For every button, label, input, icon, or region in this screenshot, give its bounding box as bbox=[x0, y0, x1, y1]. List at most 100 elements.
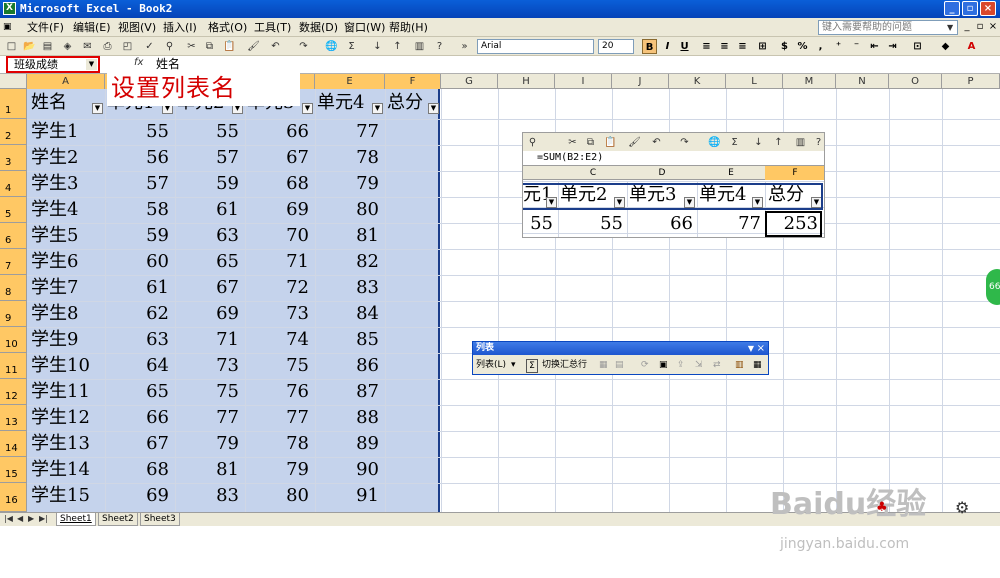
row-header[interactable]: 1 bbox=[0, 89, 27, 119]
score-cell[interactable]: 63 bbox=[177, 223, 239, 249]
close-icon[interactable]: × bbox=[757, 342, 765, 355]
header-cell-total[interactable]: 总分 bbox=[387, 90, 423, 116]
print-list-icon[interactable]: ▤ bbox=[615, 358, 624, 372]
col-header-o[interactable]: O bbox=[889, 74, 942, 89]
format-painter-icon[interactable]: 🖌 bbox=[246, 39, 261, 54]
col-header-h[interactable]: H bbox=[498, 74, 555, 89]
email-icon[interactable]: ✉ bbox=[80, 39, 95, 54]
score-cell[interactable]: 79 bbox=[177, 431, 239, 457]
row-header[interactable]: 9 bbox=[0, 301, 27, 327]
undo-icon[interactable]: ↶ bbox=[649, 135, 664, 150]
score-cell[interactable]: 86 bbox=[317, 353, 379, 379]
paste-icon[interactable]: 📋 bbox=[603, 135, 618, 150]
student-name-cell[interactable]: 学生7 bbox=[31, 275, 103, 301]
sigma-icon[interactable]: Σ bbox=[526, 359, 538, 373]
print-icon[interactable]: ⎙ bbox=[100, 39, 115, 54]
score-cell[interactable]: 67 bbox=[107, 431, 169, 457]
score-cell[interactable]: 78 bbox=[247, 431, 309, 457]
score-cell[interactable]: 66 bbox=[107, 405, 169, 431]
score-cell[interactable]: 89 bbox=[317, 431, 379, 457]
score-cell[interactable]: 79 bbox=[317, 171, 379, 197]
print-preview-icon[interactable]: ◰ bbox=[120, 39, 135, 54]
menu-help[interactable]: 帮助(H) bbox=[389, 20, 428, 35]
sort-asc-icon[interactable]: ↓ bbox=[751, 135, 766, 150]
first-sheet-icon[interactable]: |◀ bbox=[4, 513, 13, 525]
sheet-tab-3[interactable]: Sheet3 bbox=[140, 513, 180, 526]
prev-sheet-icon[interactable]: ◀ bbox=[17, 513, 23, 525]
score-cell[interactable]: 68 bbox=[107, 457, 169, 483]
resize-list-icon[interactable]: ▦ bbox=[599, 358, 608, 372]
redo-icon[interactable]: ↷ bbox=[296, 39, 311, 54]
student-name-cell[interactable]: 学生2 bbox=[31, 145, 103, 171]
score-cell[interactable]: 73 bbox=[247, 301, 309, 327]
cut-icon[interactable]: ✂ bbox=[565, 135, 580, 150]
student-name-cell[interactable]: 学生10 bbox=[31, 353, 103, 379]
sort-asc-icon[interactable]: ↓ bbox=[370, 39, 385, 54]
score-cell[interactable]: 59 bbox=[107, 223, 169, 249]
fx-icon[interactable]: fx bbox=[134, 57, 143, 68]
menu-format[interactable]: 格式(O) bbox=[208, 20, 247, 35]
edit-list-icon[interactable]: ▣ bbox=[659, 358, 668, 372]
row-header[interactable]: 5 bbox=[0, 197, 27, 223]
score-cell[interactable]: 84 bbox=[317, 301, 379, 327]
copy-icon[interactable]: ⧉ bbox=[583, 135, 598, 150]
copy-icon[interactable]: ⧉ bbox=[202, 39, 217, 54]
student-name-cell[interactable]: 学生3 bbox=[31, 171, 103, 197]
toolbar-options-icon[interactable]: » bbox=[457, 39, 472, 54]
row-header[interactable]: 2 bbox=[0, 119, 27, 145]
maximize-button[interactable]: ▫ bbox=[962, 1, 978, 16]
score-cell[interactable]: 83 bbox=[177, 483, 239, 509]
flag-icon[interactable]: ♣ bbox=[876, 500, 888, 515]
menu-edit[interactable]: 编辑(E) bbox=[73, 20, 111, 35]
col-header-l[interactable]: L bbox=[726, 74, 783, 89]
autofilter-dropdown-icon[interactable]: ▼ bbox=[428, 103, 439, 114]
score-cell[interactable]: 73 bbox=[177, 353, 239, 379]
chart-wizard-icon[interactable]: ▥ bbox=[412, 39, 427, 54]
score-cell[interactable]: 77 bbox=[317, 119, 379, 145]
help-icon[interactable]: ? bbox=[432, 39, 447, 54]
score-cell[interactable]: 83 bbox=[317, 275, 379, 301]
open-icon[interactable]: 📂 bbox=[22, 39, 37, 54]
student-name-cell[interactable]: 学生5 bbox=[31, 223, 103, 249]
score-cell[interactable]: 62 bbox=[107, 301, 169, 327]
score-cell[interactable]: 71 bbox=[247, 249, 309, 275]
score-cell[interactable]: 58 bbox=[107, 197, 169, 223]
sync-list-icon[interactable]: ⟳ bbox=[641, 358, 649, 372]
score-cell[interactable]: 77 bbox=[177, 405, 239, 431]
score-cell[interactable]: 57 bbox=[107, 171, 169, 197]
row-header[interactable]: 4 bbox=[0, 171, 27, 197]
col-header-m[interactable]: M bbox=[783, 74, 836, 89]
new-icon[interactable]: □ bbox=[4, 39, 19, 54]
row-header[interactable]: 7 bbox=[0, 249, 27, 275]
score-cell[interactable]: 72 bbox=[247, 275, 309, 301]
align-right-icon[interactable]: ≡ bbox=[735, 39, 750, 54]
formula-input[interactable]: 姓名 bbox=[156, 57, 180, 71]
score-cell[interactable]: 81 bbox=[177, 457, 239, 483]
score-cell[interactable]: 71 bbox=[177, 327, 239, 353]
next-sheet-icon[interactable]: ▶ bbox=[28, 513, 34, 525]
menu-data[interactable]: 数据(D) bbox=[299, 20, 338, 35]
minimize-button[interactable]: _ bbox=[944, 1, 960, 16]
score-cell[interactable]: 64 bbox=[107, 353, 169, 379]
font-color-icon[interactable]: A bbox=[964, 39, 979, 54]
row-header[interactable]: 12 bbox=[0, 379, 27, 405]
score-cell[interactable]: 67 bbox=[247, 145, 309, 171]
score-cell[interactable]: 57 bbox=[177, 145, 239, 171]
score-cell[interactable]: 60 bbox=[107, 249, 169, 275]
research-icon[interactable]: ⚲ bbox=[525, 135, 540, 150]
decrease-decimal-icon[interactable]: ⁻ bbox=[849, 39, 864, 54]
format-painter-icon[interactable]: 🖌 bbox=[627, 135, 642, 150]
hyperlink-icon[interactable]: 🌐 bbox=[707, 135, 722, 150]
last-sheet-icon[interactable]: ▶| bbox=[39, 513, 48, 525]
list-menu-dropdown-icon[interactable]: ▾ bbox=[511, 358, 516, 372]
score-cell[interactable]: 79 bbox=[247, 457, 309, 483]
close-button[interactable]: × bbox=[980, 1, 996, 16]
autosum-icon[interactable]: Σ bbox=[344, 39, 359, 54]
score-cell[interactable]: 78 bbox=[317, 145, 379, 171]
score-cell[interactable]: 69 bbox=[247, 197, 309, 223]
score-cell[interactable]: 66 bbox=[247, 119, 309, 145]
sheet-tab-1[interactable]: Sheet1 bbox=[56, 513, 96, 526]
menu-view[interactable]: 视图(V) bbox=[118, 20, 156, 35]
student-name-cell[interactable]: 学生12 bbox=[31, 405, 103, 431]
chart-icon[interactable]: ▥ bbox=[735, 358, 744, 372]
